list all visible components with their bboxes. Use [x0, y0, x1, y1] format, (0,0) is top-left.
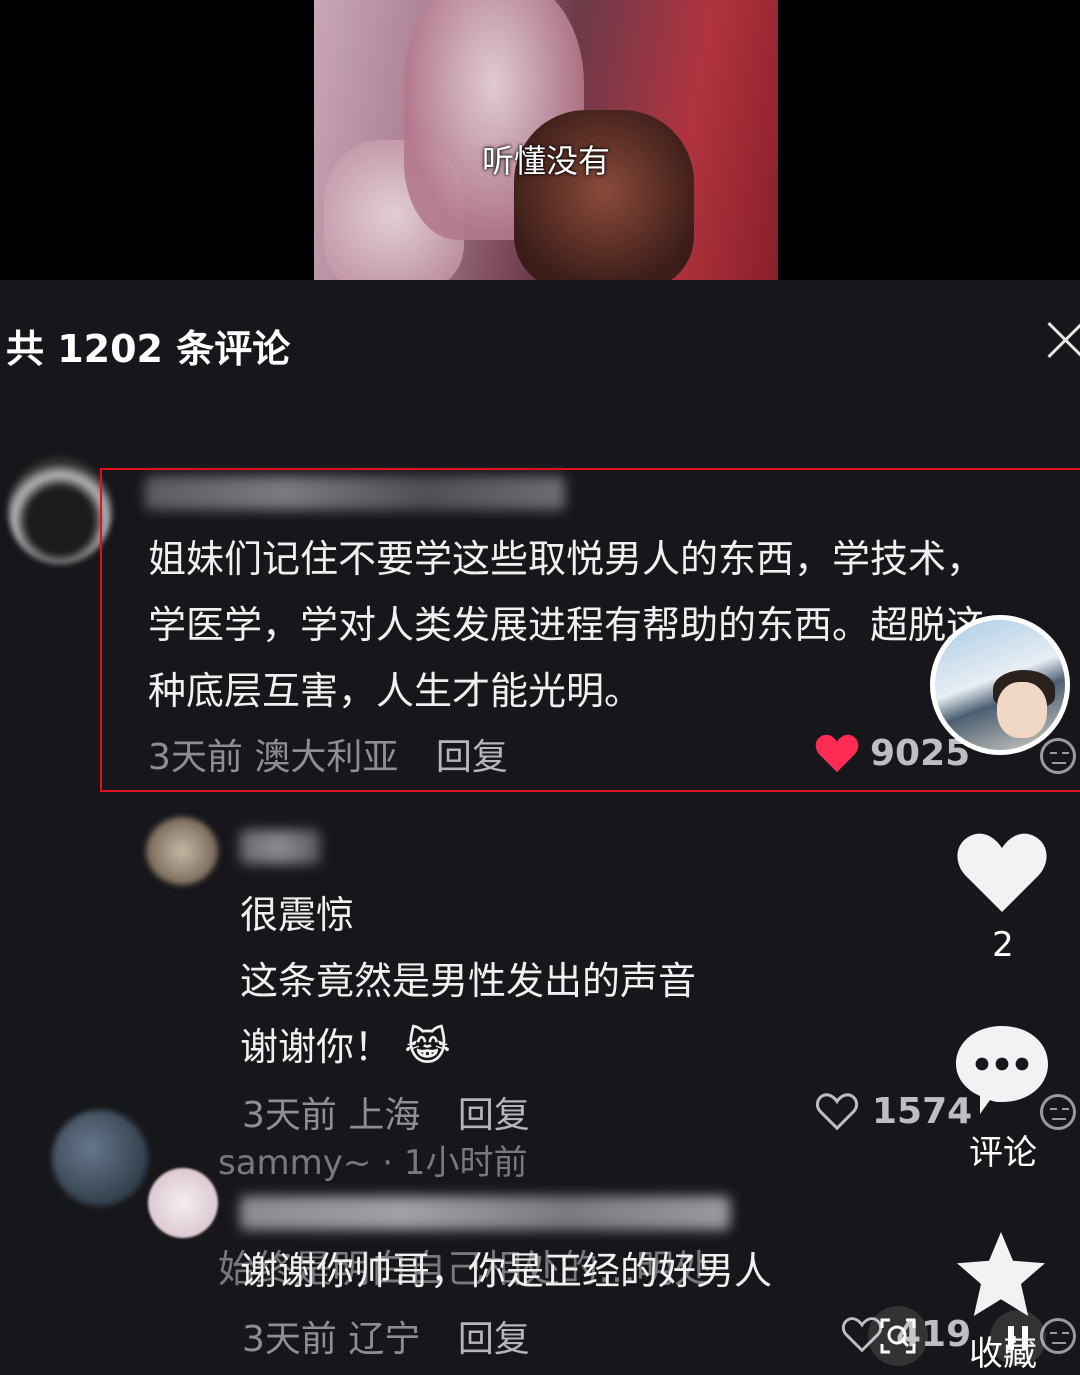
username-blurred[interactable] — [240, 830, 320, 864]
reply-button[interactable]: 回复 — [458, 1095, 530, 1136]
comment-text: 很震惊 这条竟然是男性发出的声音 谢谢你！ 😹 — [240, 882, 940, 1080]
avatar[interactable] — [146, 817, 218, 885]
comment-line: 很震惊 — [240, 893, 355, 937]
crying-cat-emoji: 😹 — [404, 1024, 451, 1070]
scan-lens-glyph — [880, 1318, 916, 1354]
heart-outline-icon[interactable] — [814, 1090, 860, 1132]
comment-location: 上海 — [348, 1095, 421, 1136]
comment-time: 3天前 — [242, 1095, 337, 1136]
comments-panel: 共 1202 条评论 姐妹们记住不要学这些取悦男人的东西，学技术， 学医学，学对… — [0, 280, 1080, 1374]
comment-meta: 3天前 上海 回复 — [242, 1086, 530, 1138]
comment-text: 谢谢你帅哥，你是正经的好男人 — [240, 1238, 940, 1304]
comment-bubble-icon[interactable] — [952, 1022, 1052, 1118]
comment-line: 这条竟然是男性发出的声音 — [240, 959, 697, 1003]
like-heart-icon[interactable] — [954, 828, 1050, 916]
pause-icon[interactable] — [990, 1310, 1046, 1366]
ghost-username: sammy~ · 1小时前 — [218, 1143, 528, 1183]
video-frame[interactable]: 听懂没有 — [314, 0, 778, 280]
comment-line-text: 谢谢你！ — [240, 1025, 393, 1069]
scan-lens-icon[interactable] — [868, 1306, 928, 1366]
reply-button[interactable]: 回复 — [458, 1319, 530, 1360]
comment-count-title: 共 1202 条评论 — [6, 327, 291, 371]
comment-line: 谢谢你帅哥，你是正经的好男人 — [240, 1249, 773, 1293]
pause-bar — [1022, 1326, 1028, 1350]
avatar[interactable] — [52, 1110, 148, 1206]
star-favorite-icon[interactable] — [952, 1228, 1050, 1320]
avatar[interactable] — [8, 456, 112, 564]
comment-time: 3天前 — [242, 1319, 337, 1360]
video-player[interactable]: 听懂没有 — [0, 0, 1080, 280]
pause-bar — [1008, 1326, 1014, 1350]
comment-meta: 3天前 辽宁 回复 — [242, 1310, 530, 1362]
floating-avatar[interactable] — [930, 615, 1070, 755]
comment-location: 辽宁 — [348, 1319, 421, 1360]
comment-line: 谢谢你！ 😹 — [240, 1014, 940, 1080]
video-subtitle: 听懂没有 — [481, 142, 610, 180]
ghost-text-blurred — [240, 1196, 730, 1230]
avatar-face — [997, 682, 1047, 738]
close-icon[interactable] — [1046, 320, 1080, 360]
avatar[interactable] — [148, 1168, 218, 1238]
highlight-box — [100, 468, 1080, 792]
comment-label: 评论 — [969, 1133, 1037, 1173]
video-like-count: 2 — [992, 925, 1014, 965]
